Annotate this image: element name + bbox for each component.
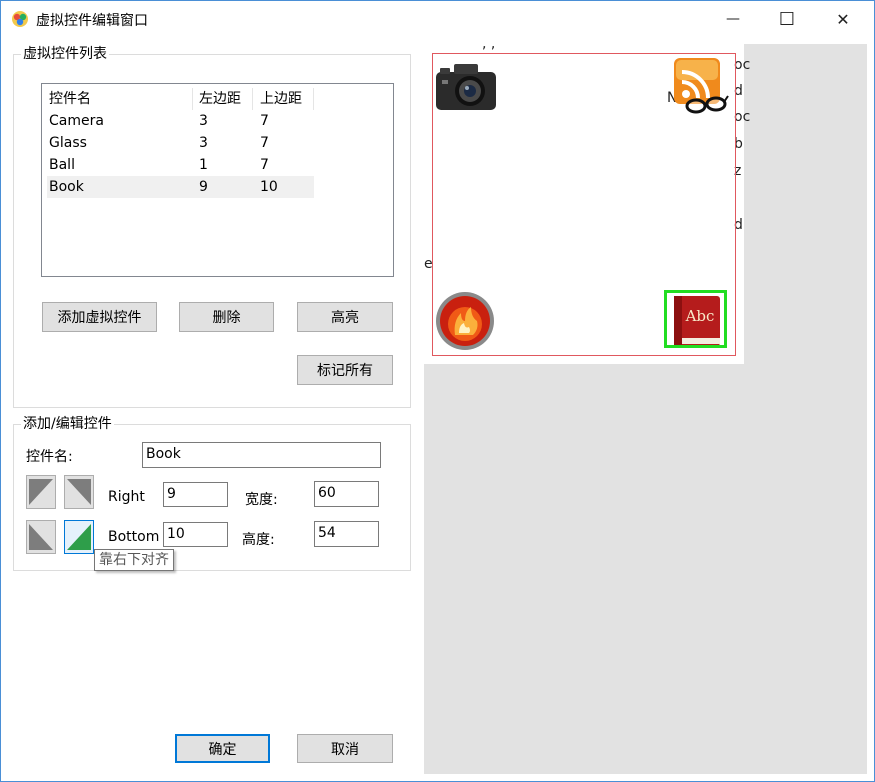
- row-left: 3: [199, 135, 208, 151]
- row-top: 10: [260, 179, 278, 195]
- column-divider[interactable]: [313, 88, 314, 110]
- width-label: 宽度:: [245, 492, 278, 508]
- highlight-button[interactable]: 高亮: [297, 302, 393, 332]
- align-top-left-button[interactable]: [26, 475, 56, 509]
- list-group-label: 虚拟控件列表: [21, 46, 109, 62]
- add-control-button[interactable]: 添加虚拟控件: [42, 302, 157, 332]
- row-name: Ball: [49, 157, 75, 173]
- table-row[interactable]: Glass 3 7: [47, 132, 314, 154]
- window-title: 虚拟控件编辑窗口: [36, 13, 148, 29]
- table-row[interactable]: Ball 1 7: [47, 154, 314, 176]
- control-name-input[interactable]: Book: [142, 442, 381, 468]
- right-label: Right: [108, 489, 145, 505]
- close-button[interactable]: ✕: [814, 1, 872, 37]
- minimize-icon: —: [726, 11, 740, 27]
- table-row-selected[interactable]: Book 9 10: [47, 176, 314, 198]
- delete-button[interactable]: 删除: [179, 302, 274, 332]
- tooltip: 靠右下对齐: [94, 549, 174, 571]
- row-left: 1: [199, 157, 208, 173]
- fire-ball-icon[interactable]: [435, 291, 495, 351]
- column-header-top[interactable]: 上边距: [260, 88, 302, 110]
- align-bottom-left-button[interactable]: [26, 520, 56, 554]
- width-input[interactable]: 60: [314, 481, 379, 507]
- row-name: Book: [49, 179, 84, 195]
- align-top-right-icon: [67, 479, 91, 505]
- maximize-icon: ☐: [778, 8, 796, 30]
- align-top-right-button[interactable]: [64, 475, 94, 509]
- align-top-left-icon: [29, 479, 53, 505]
- rss-glasses-icon[interactable]: [666, 56, 730, 120]
- camera-icon[interactable]: [434, 60, 498, 114]
- align-bottom-right-button[interactable]: [64, 520, 94, 554]
- height-label: 高度:: [242, 532, 275, 548]
- ghost-text: , ,: [482, 36, 496, 52]
- ok-button[interactable]: 确定: [175, 734, 270, 763]
- close-icon: ✕: [836, 9, 850, 29]
- title-bar: 虚拟控件编辑窗口 — ☐ ✕: [1, 1, 874, 37]
- maximize-button[interactable]: ☐: [758, 1, 816, 37]
- row-top: 7: [260, 135, 269, 151]
- column-header-name[interactable]: 控件名: [49, 88, 91, 110]
- row-top: 7: [260, 157, 269, 173]
- cancel-button[interactable]: 取消: [297, 734, 393, 763]
- align-bottom-left-icon: [29, 524, 53, 550]
- column-divider[interactable]: [192, 88, 193, 110]
- align-bottom-right-icon: [67, 524, 91, 550]
- table-row[interactable]: Camera 3 7: [47, 110, 314, 132]
- bottom-input[interactable]: 10: [163, 522, 228, 547]
- row-name: Camera: [49, 113, 104, 129]
- row-name: Glass: [49, 135, 87, 151]
- right-input[interactable]: 9: [163, 482, 228, 507]
- ghost-text: oc: [734, 109, 751, 125]
- height-input[interactable]: 54: [314, 521, 379, 547]
- ghost-text: oc: [734, 57, 751, 73]
- mark-all-button[interactable]: 标记所有: [297, 355, 393, 385]
- selection-highlight: [664, 290, 727, 348]
- bottom-label: Bottom: [108, 529, 160, 545]
- column-header-left[interactable]: 左边距: [199, 88, 241, 110]
- row-left: 9: [199, 179, 208, 195]
- row-top: 7: [260, 113, 269, 129]
- app-icon: [12, 11, 28, 27]
- edit-group-label: 添加/编辑控件: [21, 416, 114, 432]
- row-left: 3: [199, 113, 208, 129]
- control-name-label: 控件名:: [26, 449, 73, 465]
- column-divider[interactable]: [252, 88, 253, 110]
- minimize-button[interactable]: —: [704, 1, 762, 37]
- control-list[interactable]: 控件名 左边距 上边距 Camera 3 7 Glass 3 7 Ball 1 …: [41, 83, 394, 277]
